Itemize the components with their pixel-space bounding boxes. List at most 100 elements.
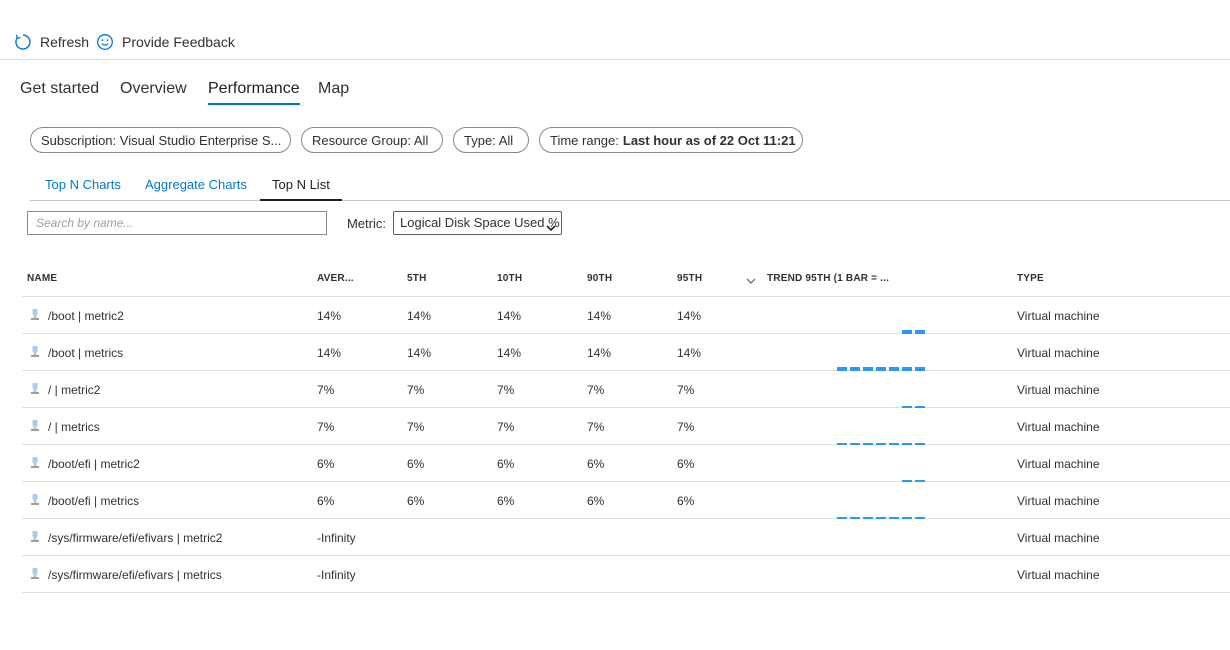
type-filter-label: Type: All <box>464 132 514 148</box>
resource-icon <box>30 382 40 396</box>
row-average: 7% <box>317 420 335 434</box>
row-p90: 7% <box>587 420 605 434</box>
table-row[interactable]: /sys/firmware/efi/efivars | metrics -Infi… <box>22 556 1230 593</box>
smiley-icon <box>96 33 114 51</box>
metric-label: Metric: <box>347 216 386 231</box>
row-type: Virtual machine <box>1017 346 1100 360</box>
refresh-button[interactable]: Refresh <box>14 31 89 53</box>
tab-overview[interactable]: Overview <box>120 78 187 106</box>
trend-sparkline <box>847 297 927 334</box>
row-type: Virtual machine <box>1017 383 1100 397</box>
row-average: -Infinity <box>317 568 356 582</box>
row-p10: 7% <box>497 383 515 397</box>
row-name[interactable]: /sys/firmware/efi/efivars | metric2 <box>48 531 222 545</box>
table-row[interactable]: /boot | metric2 14% 14% 14% 14% 14% Virtual ma… <box>22 297 1230 334</box>
chevron-down-icon <box>546 218 556 240</box>
tab-map[interactable]: Map <box>318 78 349 106</box>
refresh-icon <box>14 33 32 51</box>
row-average: 14% <box>317 346 342 360</box>
resource-icon <box>30 456 40 470</box>
row-name[interactable]: / | metrics <box>48 420 100 434</box>
column-header-95th[interactable]: 95TH <box>677 273 702 284</box>
row-p5: 14% <box>407 309 432 323</box>
row-name[interactable]: /boot/efi | metric2 <box>48 457 140 471</box>
trend-sparkline <box>837 408 927 445</box>
trend-sparkline <box>847 445 927 482</box>
resource-icon <box>30 530 40 544</box>
table-header: NAME AVER... 5TH 10TH 90TH 95TH TREND 95… <box>22 260 1230 297</box>
trend-sparkline <box>847 556 927 593</box>
row-p10: 6% <box>497 457 515 471</box>
provide-feedback-label: Provide Feedback <box>122 34 235 50</box>
column-header-10th[interactable]: 10TH <box>497 273 522 284</box>
row-name[interactable]: /sys/firmware/efi/efivars | metrics <box>48 568 222 582</box>
resource-icon <box>30 308 40 322</box>
table-row[interactable]: /boot/efi | metric2 6% 6% 6% 6% 6% Virtual mac… <box>22 445 1230 482</box>
table-row[interactable]: / | metrics 7% 7% 7% 7% 7% Virtual machine <box>22 408 1230 445</box>
table-row[interactable]: /sys/firmware/efi/efivars | metric2 -Infi… <box>22 519 1230 556</box>
row-name[interactable]: / | metric2 <box>48 383 100 397</box>
time-range-prefix: Time range: <box>550 132 619 148</box>
column-header-name[interactable]: NAME <box>27 273 57 284</box>
table-body: /boot | metric2 14% 14% 14% 14% 14% Virtual ma… <box>22 297 1230 593</box>
row-average: 7% <box>317 383 335 397</box>
metric-dropdown[interactable]: Logical Disk Space Used % <box>393 211 562 235</box>
subscription-filter-label: Subscription: Visual Studio Enterprise S… <box>41 132 282 148</box>
sort-chevron-icon[interactable] <box>746 273 756 291</box>
row-name[interactable]: /boot | metric2 <box>48 309 124 323</box>
metric-dropdown-value: Logical Disk Space Used % <box>400 215 560 230</box>
row-p10: 14% <box>497 309 522 323</box>
row-p5: 6% <box>407 457 425 471</box>
row-p95: 6% <box>677 457 695 471</box>
subtab-top-n-list[interactable]: Top N List <box>260 175 342 201</box>
row-p5: 7% <box>407 420 425 434</box>
subtab-aggregate-charts[interactable]: Aggregate Charts <box>133 175 259 201</box>
row-p95: 6% <box>677 494 695 508</box>
resource-icon <box>30 345 40 359</box>
provide-feedback-button[interactable]: Provide Feedback <box>96 31 235 53</box>
column-header-average[interactable]: AVER... <box>317 273 354 284</box>
type-filter[interactable]: Type: All <box>453 127 529 153</box>
row-p95: 7% <box>677 383 695 397</box>
row-type: Virtual machine <box>1017 494 1100 508</box>
row-average: -Infinity <box>317 531 356 545</box>
row-p95: 7% <box>677 420 695 434</box>
row-name[interactable]: /boot | metrics <box>48 346 123 360</box>
column-header-90th[interactable]: 90TH <box>587 273 612 284</box>
row-p90: 14% <box>587 309 612 323</box>
column-header-5th[interactable]: 5TH <box>407 273 427 284</box>
row-type: Virtual machine <box>1017 309 1100 323</box>
time-range-filter[interactable]: Time range: Last hour as of 22 Oct 11:21 <box>539 127 803 153</box>
table-row[interactable]: /boot/efi | metrics 6% 6% 6% 6% 6% Virtual mac… <box>22 482 1230 519</box>
table-row[interactable]: / | metric2 7% 7% 7% 7% 7% Virtual machine <box>22 371 1230 408</box>
time-range-value: Last hour as of 22 Oct 11:21 <box>622 132 796 148</box>
row-type: Virtual machine <box>1017 420 1100 434</box>
table-row[interactable]: /boot | metrics 14% 14% 14% 14% 14% Virtual ma… <box>22 334 1230 371</box>
row-p10: 14% <box>497 346 522 360</box>
row-p90: 7% <box>587 383 605 397</box>
row-p5: 7% <box>407 383 425 397</box>
column-header-trend[interactable]: TREND 95TH (1 BAR = ... <box>767 273 889 284</box>
resource-icon <box>30 419 40 433</box>
row-type: Virtual machine <box>1017 531 1100 545</box>
tab-performance[interactable]: Performance <box>208 78 300 106</box>
tab-get-started[interactable]: Get started <box>20 78 99 106</box>
row-type: Virtual machine <box>1017 457 1100 471</box>
trend-sparkline <box>837 482 927 519</box>
top-n-table: NAME AVER... 5TH 10TH 90TH 95TH TREND 95… <box>22 260 1230 593</box>
resource-icon <box>30 567 40 581</box>
row-name[interactable]: /boot/efi | metrics <box>48 494 139 508</box>
toolbar: Refresh Provide Feedback <box>0 0 1230 60</box>
subtab-top-n-charts[interactable]: Top N Charts <box>33 175 133 201</box>
row-p10: 6% <box>497 494 515 508</box>
row-p90: 6% <box>587 494 605 508</box>
trend-sparkline <box>837 334 927 371</box>
resource-icon <box>30 493 40 507</box>
search-input[interactable]: Search by name... <box>27 211 327 235</box>
row-average: 6% <box>317 457 335 471</box>
row-p95: 14% <box>677 346 702 360</box>
row-p90: 14% <box>587 346 612 360</box>
column-header-type[interactable]: TYPE <box>1017 273 1044 284</box>
subscription-filter[interactable]: Subscription: Visual Studio Enterprise S… <box>30 127 291 153</box>
resource-group-filter[interactable]: Resource Group: All <box>301 127 443 153</box>
